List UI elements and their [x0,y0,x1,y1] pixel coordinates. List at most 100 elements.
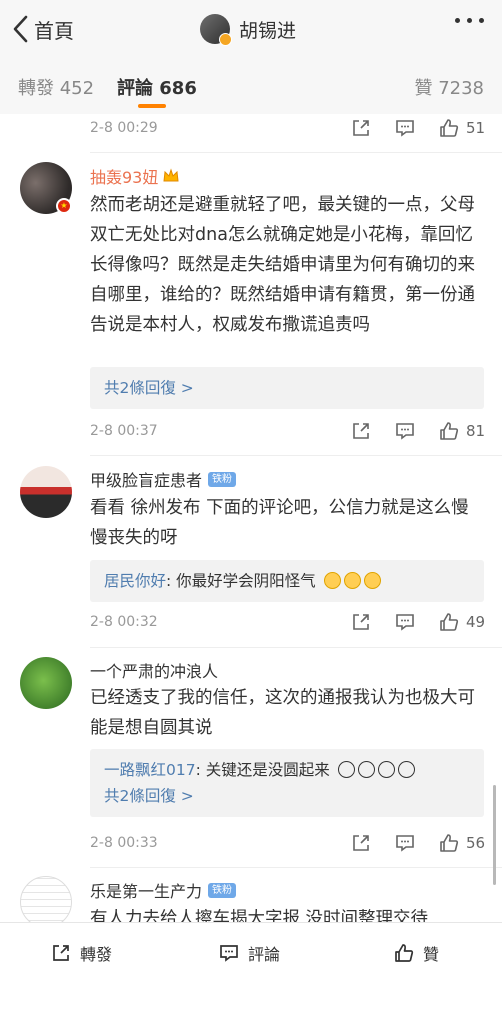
comment-author[interactable]: 乐是第一生产力 铁粉 [90,878,237,902]
like-count: 51 [466,119,486,137]
emoji-icon [323,572,341,589]
reply-text: : 关键还是没圆起来 [195,761,330,779]
comment-label: 評論 [248,945,281,964]
comment-icon [396,614,414,631]
top-nav-bar: 首頁 胡锡进 [0,0,502,58]
active-tab-indicator [138,104,166,108]
avatar[interactable] [20,657,72,709]
like-count: 56 [466,834,486,852]
like-count: 49 [466,613,486,631]
comment-button[interactable] [394,832,416,854]
like-button[interactable]: 81 [438,420,488,442]
share-icon [353,614,369,630]
comment-text: 看看 徐州发布 下面的评论吧，公信力就是这么慢慢丧失的呀 [90,498,469,548]
reply-line: 一路飘红017: 关键还是没圆起来 [104,757,470,783]
divider [90,152,502,153]
comment-time: 2-8 00:33 [90,835,158,851]
share-button[interactable] [350,420,372,442]
share-icon [353,120,369,136]
like-action-button[interactable]: 贊 [393,941,439,965]
divider [90,867,502,868]
scrollbar[interactable] [493,785,496,885]
reply-preview[interactable]: 共2條回復 > [90,367,484,409]
repost-label: 轉發 [80,945,113,964]
comment-text: 然而老胡还是避重就轻了吧，最关键的一点，父母双亡无处比对dna怎么就确定她是小花… [90,195,475,335]
avatar[interactable] [20,876,72,922]
view-replies-link[interactable]: 共2條回復 > [104,783,470,809]
divider [90,647,502,648]
like-button[interactable]: 49 [438,611,488,633]
thumbs-up-icon [440,422,459,440]
comment-meta-row: 2-8 00:33 56 [90,829,488,857]
like-button[interactable]: 56 [438,832,488,854]
reply-author[interactable]: 居民你好 [104,572,166,590]
comment-author[interactable]: 一个严肃的冲浪人 [90,658,218,682]
reply-text: : 你最好学会阴阳怪气 [166,572,316,590]
username: 一个严肃的冲浪人 [90,662,219,681]
comment-button[interactable] [394,611,416,633]
comment-icon [396,120,414,137]
comment-action-button[interactable]: 評論 [218,941,280,965]
emoji-icon [343,572,361,589]
chevron-left-icon [13,15,28,43]
page-title: 胡锡进 [239,19,297,42]
username: 抽轰93妞 [90,168,159,187]
share-icon [353,423,369,439]
more-options-icon[interactable] [455,18,484,23]
comment-author[interactable]: 甲级脸盲症患者 铁粉 [90,467,237,491]
comment-button[interactable] [394,117,416,139]
comment-text: 已经透支了我的信任，这次的通报我认为也极大可能是想自圆其说 [90,688,475,738]
like-label: 贊 [423,945,440,964]
fan-badge: 铁粉 [208,882,237,898]
comment-meta-row: 2-8 00:32 49 [90,608,488,636]
emoji-icon [337,761,355,778]
comment-time: 2-8 00:32 [90,614,158,630]
verified-badge-icon [219,33,232,46]
comment-icon [396,835,414,852]
region-flag-icon: ★ [56,198,72,214]
username: 乐是第一生产力 [90,882,203,901]
reply-author[interactable]: 一路飘红017 [104,761,196,779]
like-button[interactable]: 51 [438,117,488,139]
view-replies-link[interactable]: 共2條回復 > [104,375,470,401]
comment-time: 2-8 00:37 [90,423,158,439]
author-avatar[interactable] [200,14,232,46]
thumbs-up-icon [395,944,414,962]
username: 甲级脸盲症患者 [90,471,203,490]
tab-repost[interactable]: 轉發 452 [18,74,94,100]
back-label: 首頁 [34,18,74,43]
comment-meta-row: 2-8 00:29 51 [90,114,488,142]
comment-time: 2-8 00:29 [90,120,158,136]
emoji-icon [377,761,395,778]
comment-author[interactable]: 抽轰93妞 [90,164,180,188]
tab-bar: 轉發 452 評論 686 贊 7238 [0,58,502,114]
thumbs-up-icon [440,834,459,852]
comment-button[interactable] [394,420,416,442]
share-icon [53,945,69,961]
comment-text: 有人力去给人擦车揭大字报 没时间整理交待 [90,909,429,922]
share-icon [353,835,369,851]
back-button[interactable]: 首頁 [12,10,74,48]
reply-line: 居民你好: 你最好学会阴阳怪气 [104,568,470,594]
share-button[interactable] [350,117,372,139]
share-button[interactable] [350,611,372,633]
emoji-icon [357,761,375,778]
thumbs-up-icon [440,119,459,137]
fan-badge: 铁粉 [208,471,237,487]
comment-meta-row: 2-8 00:37 81 [90,417,488,445]
comment-icon [396,423,414,440]
tab-comments[interactable]: 評論 686 [117,74,197,100]
comment-icon [220,945,238,962]
share-button[interactable] [350,832,372,854]
reply-preview[interactable]: 居民你好: 你最好学会阴阳怪气 [90,560,484,602]
divider [90,455,502,456]
crown-icon [163,168,179,182]
comment-feed[interactable]: 2-8 00:29 51 ★ 抽轰93妞 然而老胡还是避重就轻了吧，最关键的一点… [0,114,502,922]
bottom-action-bar: 轉發 評論 贊 [0,922,502,1024]
repost-button[interactable]: 轉發 [50,941,112,965]
avatar[interactable] [20,466,72,518]
reply-preview[interactable]: 一路飘红017: 关键还是没圆起来 共2條回復 > [90,749,484,817]
page-title-group[interactable]: 胡锡进 [200,10,296,48]
tab-likes[interactable]: 贊 7238 [414,74,484,100]
emoji-icon [363,572,381,589]
